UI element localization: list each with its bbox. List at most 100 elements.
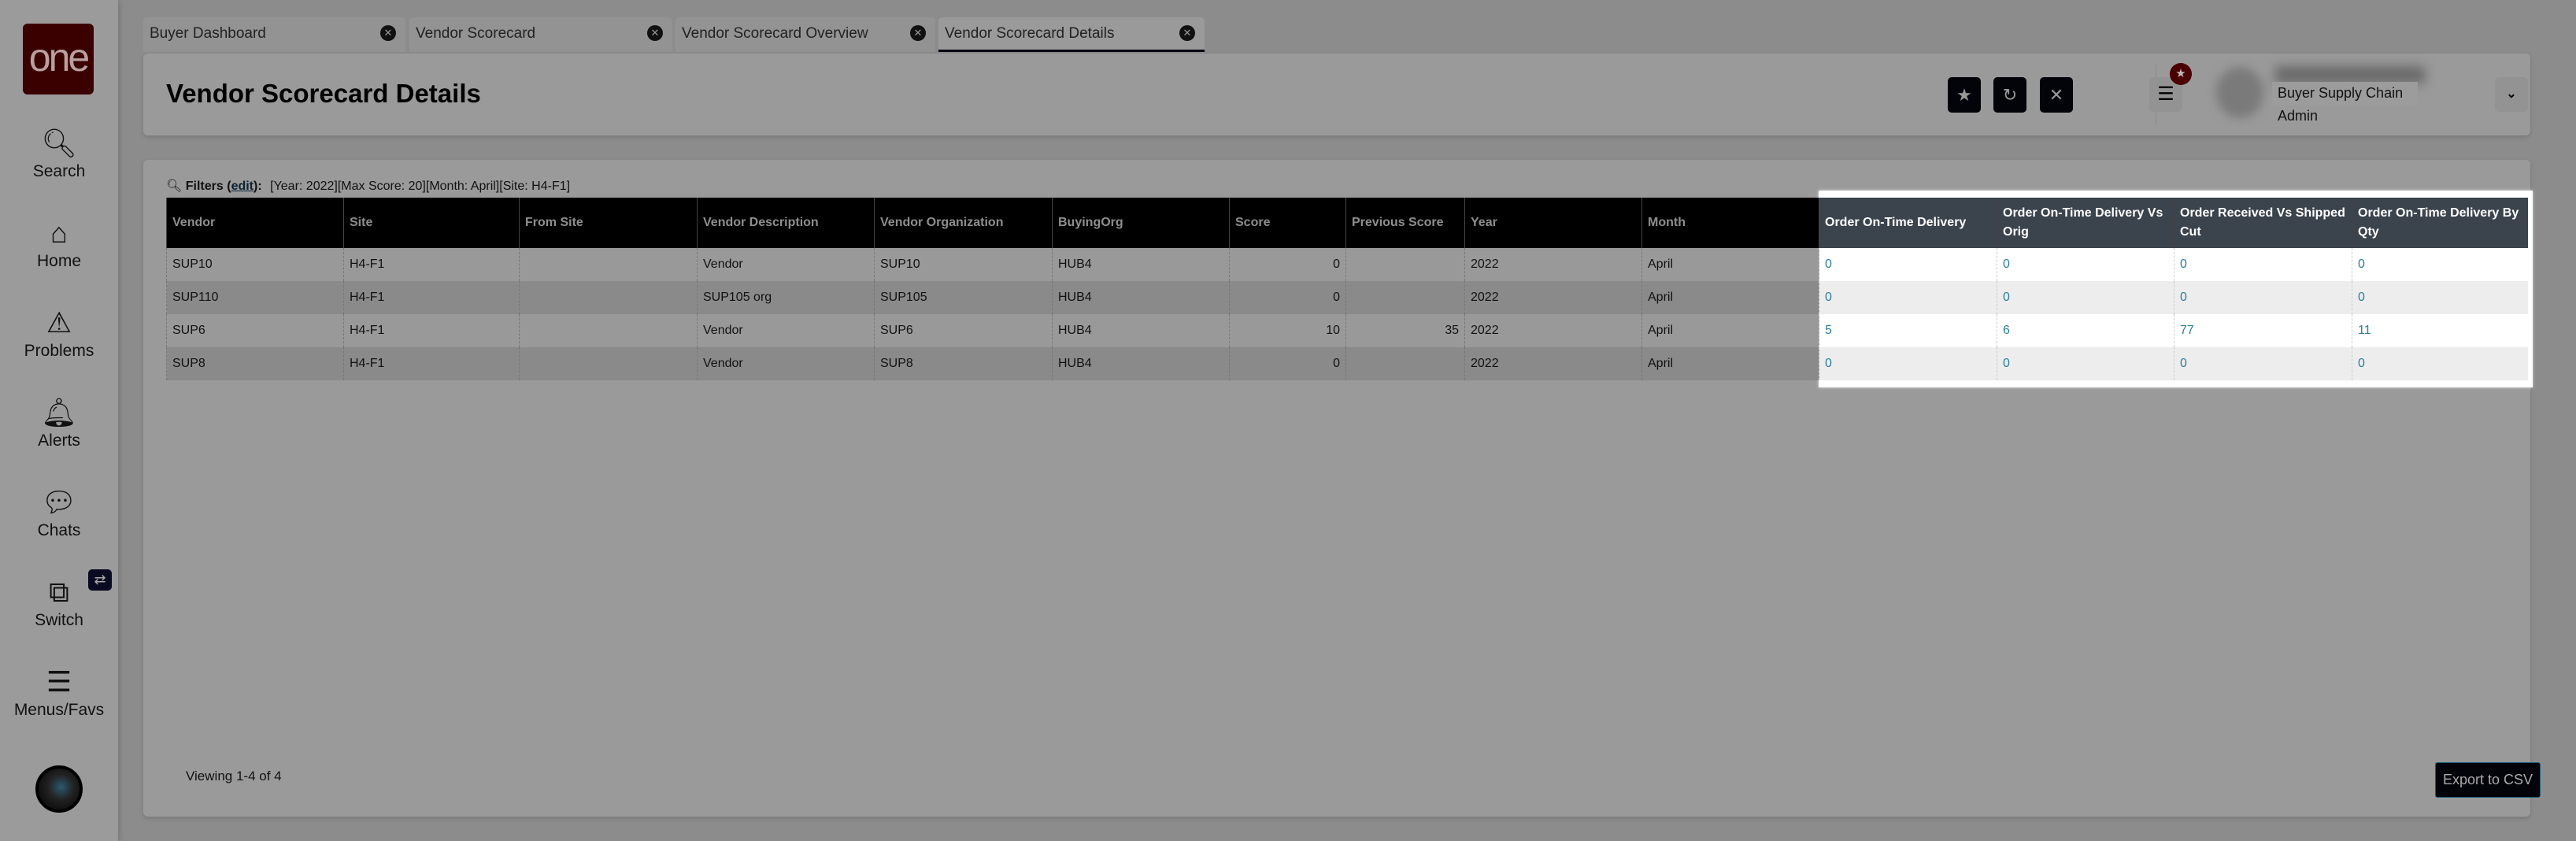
- app-logo[interactable]: one: [23, 24, 94, 94]
- sidebar-item-home[interactable]: ⌂ Home: [0, 216, 118, 271]
- user-menu-dropdown[interactable]: ⌄: [2495, 77, 2528, 112]
- table-row[interactable]: SUP110 H4-F1 SUP105 org SUP105 HUB4 0 2022 Apri…: [166, 281, 2528, 314]
- cell-month: April: [1641, 281, 1819, 314]
- filters-value: [Year: 2022][Max Score: 20][Month: April…: [270, 180, 571, 193]
- sidebar-item-label: Switch: [35, 611, 83, 629]
- cell-vendor-organization: SUP8: [874, 347, 1053, 380]
- filters-label: Filters (: [185, 180, 231, 193]
- tab-label: Vendor Scorecard Details: [945, 25, 1115, 42]
- close-icon: ✕: [2049, 85, 2064, 105]
- user-photo: [2216, 67, 2263, 118]
- cell-order-received-vs-shipped-cut[interactable]: 0: [2174, 248, 2352, 281]
- export-csv-button[interactable]: Export to CSV: [2435, 762, 2541, 798]
- user-role: Buyer Supply Chain Admin: [2272, 82, 2418, 124]
- cell-order-on-time-delivery-by-qty[interactable]: 0: [2352, 248, 2528, 281]
- chevron-down-icon: ⌄: [2506, 87, 2517, 101]
- switch-arrows-icon[interactable]: ⇄: [88, 569, 112, 591]
- sidebar-item-problems[interactable]: ⚠ Problems: [0, 306, 118, 361]
- cell-vendor-description: Vendor: [697, 314, 875, 347]
- cell-order-on-time-delivery-vs-orig[interactable]: 0: [1997, 347, 2174, 380]
- favorite-button[interactable]: ★: [1948, 77, 1981, 113]
- sidebar-item-search[interactable]: 🔍︎ Search: [0, 126, 118, 181]
- close-icon[interactable]: ✕: [647, 25, 663, 41]
- tab-buyer-dashboard[interactable]: Buyer Dashboard ✕: [143, 17, 405, 52]
- table-header-row: Vendor Site From Site Vendor Description Ven…: [166, 198, 2528, 248]
- cell-month: April: [1641, 248, 1819, 281]
- favorites-star-badge-icon[interactable]: ★: [2170, 63, 2192, 85]
- cell-buyingorg: HUB4: [1052, 248, 1230, 281]
- cell-buyingorg: HUB4: [1052, 347, 1230, 380]
- sidebar-item-chats[interactable]: 💬︎ Chats: [0, 485, 118, 540]
- cell-order-received-vs-shipped-cut[interactable]: 0: [2174, 347, 2352, 380]
- table-row[interactable]: SUP6 H4-F1 Vendor SUP6 HUB4 10 35 2022 April 5 6 77…: [166, 314, 2528, 347]
- cell-order-on-time-delivery[interactable]: 0: [1819, 248, 1997, 281]
- sidebar-item-label: Home: [36, 252, 82, 270]
- column-header-vendor-description[interactable]: Vendor Description: [697, 198, 875, 248]
- column-header-year[interactable]: Year: [1464, 198, 1642, 248]
- home-icon: ⌂: [50, 217, 68, 249]
- column-header-vendor[interactable]: Vendor: [166, 198, 344, 248]
- tab-vendor-scorecard-overview[interactable]: Vendor Scorecard Overview ✕: [675, 17, 935, 52]
- cell-order-on-time-delivery[interactable]: 0: [1819, 347, 1997, 380]
- chat-icon: 💬︎: [41, 486, 77, 518]
- cell-order-on-time-delivery-vs-orig[interactable]: 0: [1997, 281, 2174, 314]
- cell-order-received-vs-shipped-cut[interactable]: 77: [2174, 314, 2352, 347]
- hamburger-icon: ☰: [46, 665, 72, 698]
- cell-order-on-time-delivery-by-qty[interactable]: 11: [2352, 314, 2528, 347]
- tab-vendor-scorecard-details[interactable]: Vendor Scorecard Details ✕: [938, 17, 1205, 52]
- table-row[interactable]: SUP8 H4-F1 Vendor SUP8 HUB4 0 2022 April 0 0 0 0: [166, 347, 2528, 380]
- tab-vendor-scorecard[interactable]: Vendor Scorecard ✕: [409, 17, 672, 52]
- sidebar-item-label: Chats: [37, 521, 81, 539]
- close-icon[interactable]: ✕: [380, 25, 396, 41]
- column-header-vendor-organization[interactable]: Vendor Organization: [874, 198, 1053, 248]
- cell-order-on-time-delivery-by-qty[interactable]: 0: [2352, 347, 2528, 380]
- sidebar-item-menus-favs[interactable]: ☰ Menus/Favs: [0, 665, 118, 720]
- cell-order-on-time-delivery-vs-orig[interactable]: 0: [1997, 248, 2174, 281]
- column-header-order-on-time-delivery-by-qty[interactable]: Order On-Time Delivery By Qty: [2352, 198, 2528, 248]
- cell-from-site: [519, 281, 698, 314]
- cell-order-on-time-delivery[interactable]: 5: [1819, 314, 1997, 347]
- close-button[interactable]: ✕: [2040, 77, 2073, 113]
- user-avatar[interactable]: [35, 765, 83, 813]
- column-header-from-site[interactable]: From Site: [519, 198, 698, 248]
- cell-previous-score: [1345, 248, 1465, 281]
- cell-site: H4-F1: [343, 314, 520, 347]
- cell-vendor-organization: SUP10: [874, 248, 1053, 281]
- sidebar-item-label: Search: [32, 162, 86, 180]
- cell-site: H4-F1: [343, 281, 520, 314]
- sidebar-item-alerts[interactable]: 🔔︎ Alerts: [0, 395, 118, 450]
- cell-order-on-time-delivery[interactable]: 0: [1819, 281, 1997, 314]
- column-header-order-received-vs-shipped-cut[interactable]: Order Received Vs Shipped Cut: [2174, 198, 2352, 248]
- page-title: Vendor Scorecard Details: [166, 79, 481, 108]
- edit-filters-link[interactable]: edit: [231, 180, 254, 193]
- search-icon: 🔍︎: [41, 127, 77, 159]
- cell-order-on-time-delivery-vs-orig[interactable]: 6: [1997, 314, 2174, 347]
- column-header-order-on-time-delivery-vs-orig[interactable]: Order On-Time Delivery Vs Orig: [1997, 198, 2174, 248]
- close-icon[interactable]: ✕: [1179, 25, 1195, 41]
- column-header-month[interactable]: Month: [1641, 198, 1819, 248]
- pagination-info: Viewing 1-4 of 4: [186, 769, 282, 784]
- cell-year: 2022: [1464, 314, 1642, 347]
- cell-buyingorg: HUB4: [1052, 314, 1230, 347]
- column-header-score[interactable]: Score: [1229, 198, 1346, 248]
- table-row[interactable]: SUP10 H4-F1 Vendor SUP10 HUB4 0 2022 April 0 0 0 0: [166, 248, 2528, 281]
- sidebar: one 🔍︎ Search ⌂ Home ⚠ Problems 🔔︎ Alerts 💬︎…: [0, 0, 118, 841]
- cell-vendor-description: Vendor: [697, 248, 875, 281]
- cell-vendor: SUP10: [166, 248, 344, 281]
- column-header-site[interactable]: Site: [343, 198, 520, 248]
- cell-order-received-vs-shipped-cut[interactable]: 0: [2174, 281, 2352, 314]
- cell-vendor-organization: SUP6: [874, 314, 1053, 347]
- refresh-icon: ↻: [2002, 85, 2018, 105]
- column-header-previous-score[interactable]: Previous Score: [1345, 198, 1465, 248]
- user-name-blurred: [2275, 66, 2425, 83]
- close-icon[interactable]: ✕: [910, 25, 926, 41]
- column-header-order-on-time-delivery[interactable]: Order On-Time Delivery: [1819, 198, 1997, 248]
- cell-order-on-time-delivery-by-qty[interactable]: 0: [2352, 281, 2528, 314]
- cell-buyingorg: HUB4: [1052, 281, 1230, 314]
- cell-year: 2022: [1464, 281, 1642, 314]
- cell-site: H4-F1: [343, 347, 520, 380]
- cell-year: 2022: [1464, 347, 1642, 380]
- cell-vendor-organization: SUP105: [874, 281, 1053, 314]
- refresh-button[interactable]: ↻: [1993, 77, 2026, 113]
- column-header-buyingorg[interactable]: BuyingOrg: [1052, 198, 1230, 248]
